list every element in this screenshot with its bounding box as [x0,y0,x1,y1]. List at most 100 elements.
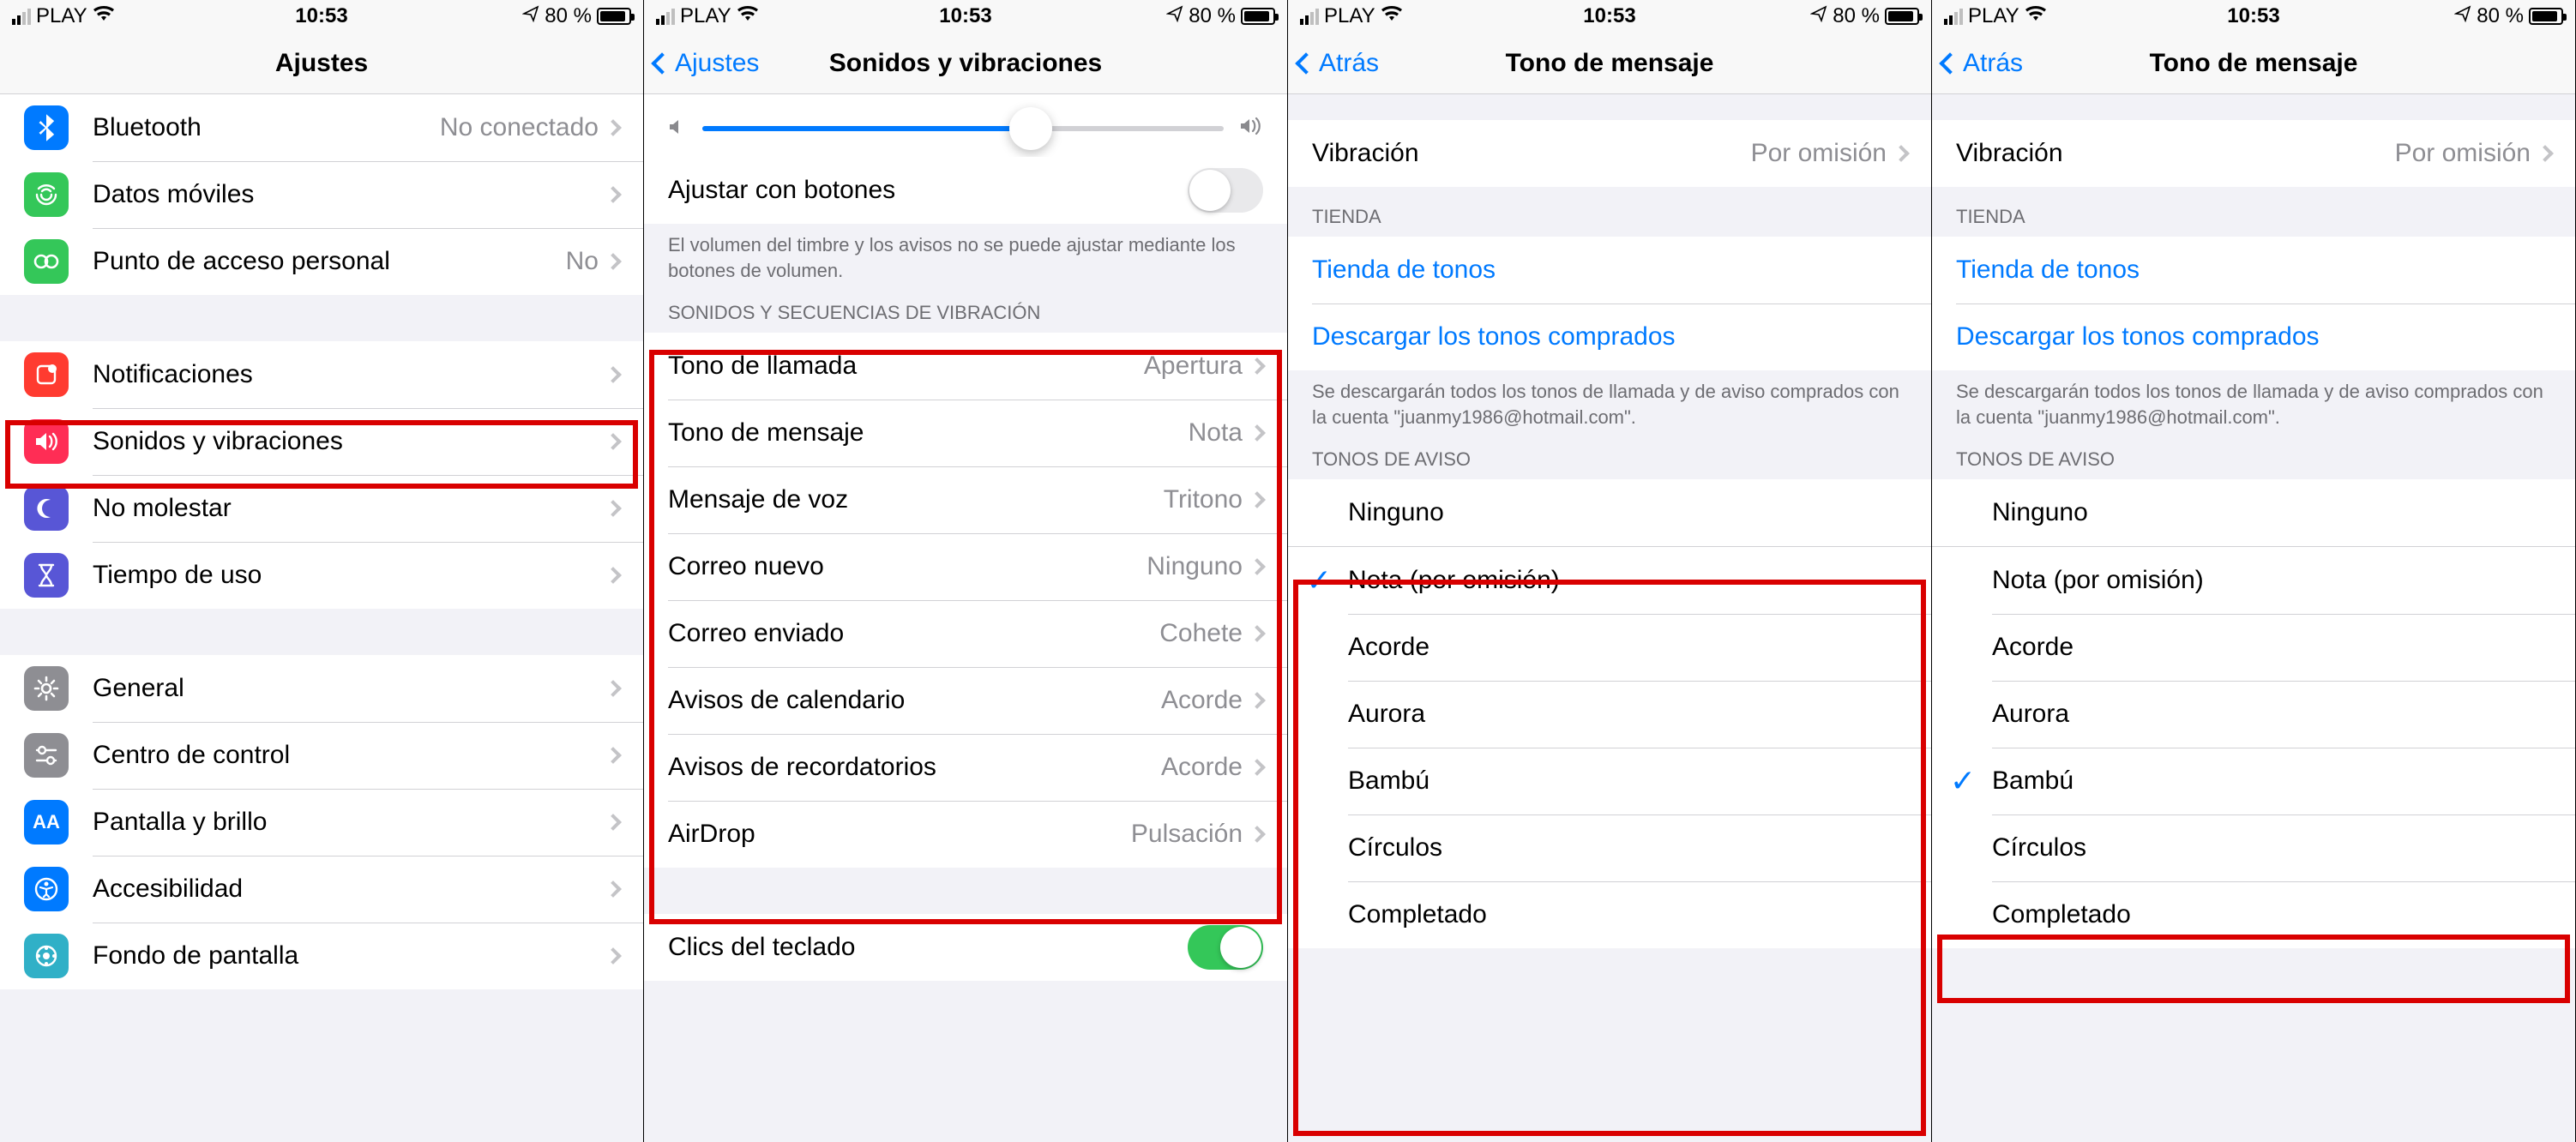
label: Bambú [1992,766,2551,796]
tone-none[interactable]: Ninguno [1932,479,2575,546]
tone-acorde[interactable]: Acorde [1932,614,2575,681]
store-header: TIENDA [1288,187,1931,237]
carrier-label: PLAY [36,4,87,28]
tone-content[interactable]: Vibración Por omisión TIENDA Tienda de t… [1932,94,2575,1142]
label: Centro de control [93,741,607,770]
label: Punto de acceso personal [93,247,566,276]
settings-list[interactable]: Bluetooth No conectado Datos móviles Pun… [0,94,643,1142]
row-wallpaper[interactable]: Fondo de pantalla [0,923,643,989]
label: Tienda de tonos [1956,255,2551,285]
row-keyboard-clicks[interactable]: Clics del teclado [644,914,1287,981]
back-button[interactable]: Ajustes [654,49,759,78]
label: No molestar [93,494,607,523]
row-vibration[interactable]: Vibración Por omisión [1932,120,2575,187]
screen-text-tone-b: PLAY 10:53 80 % Atrás Tono de mensaje Vi… [1932,0,2576,1142]
label: Completado [1992,900,2551,929]
store-header: TIENDA [1932,187,2575,237]
row-sounds[interactable]: Sonidos y vibraciones [0,408,643,475]
row-download-tones[interactable]: Descargar los tonos comprados [1288,304,1931,370]
chevron-right-icon [605,680,622,697]
row-voicemail[interactable]: Mensaje de voz Tritono [644,466,1287,533]
location-icon [2454,4,2471,28]
tone-acorde[interactable]: Acorde [1288,614,1931,681]
label: Círculos [1992,833,2551,863]
row-ringtone[interactable]: Tono de llamada Apertura [644,333,1287,400]
back-button[interactable]: Atrás [1942,49,2023,78]
tone-aurora[interactable]: Aurora [1288,681,1931,748]
volume-slider[interactable] [702,126,1224,131]
bluetooth-icon [24,105,69,150]
wifi-icon [2025,5,2047,27]
tone-none[interactable]: Ninguno [1288,479,1931,546]
row-notifications[interactable]: Notificaciones [0,341,643,408]
battery-icon [2529,8,2563,25]
tone-circulos[interactable]: Círculos [1288,814,1931,881]
label: Accesibilidad [93,875,607,904]
battery-icon [1885,8,1919,25]
back-label: Atrás [1319,49,1379,78]
row-reminders[interactable]: Avisos de recordatorios Acorde [644,734,1287,801]
chevron-right-icon [605,119,622,136]
slider-knob[interactable] [1009,107,1052,150]
tone-completado[interactable]: Completado [1932,881,2575,948]
toggle-keyboard-clicks[interactable] [1188,925,1263,970]
alert-tones-header: TONOS DE AVISO [1932,430,2575,479]
store-footer: Se descargarán todos los tonos de llamad… [1288,370,1931,430]
value: Tritono [1164,485,1243,514]
label: Bambú [1348,766,1907,796]
volume-slider-row [644,94,1287,157]
status-bar: PLAY 10:53 80 % [1288,0,1931,33]
tone-nota[interactable]: Nota (por omisión) [1932,547,2575,614]
label: Pantalla y brillo [93,808,607,837]
chevron-right-icon [605,814,622,831]
tone-nota[interactable]: ✓ Nota (por omisión) [1288,547,1931,614]
row-dnd[interactable]: No molestar [0,475,643,542]
status-bar: PLAY 10:53 80 % [1932,0,2575,33]
back-button[interactable]: Atrás [1298,49,1379,78]
row-tone-store[interactable]: Tienda de tonos [1288,237,1931,304]
row-accessibility[interactable]: Accesibilidad [0,856,643,923]
wallpaper-icon [24,934,69,978]
row-new-mail[interactable]: Correo nuevo Ninguno [644,533,1287,600]
battery-pct: 80 % [2477,4,2524,28]
sounds-content[interactable]: Ajustar con botones El volumen del timbr… [644,94,1287,1142]
row-bluetooth[interactable]: Bluetooth No conectado [0,94,643,161]
battery-pct: 80 % [1833,4,1880,28]
row-cellular[interactable]: Datos móviles [0,161,643,228]
row-calendar[interactable]: Avisos de calendario Acorde [644,667,1287,734]
row-vibration[interactable]: Vibración Por omisión [1288,120,1931,187]
row-tone-store[interactable]: Tienda de tonos [1932,237,2575,304]
row-airdrop[interactable]: AirDrop Pulsación [644,801,1287,868]
row-text-tone[interactable]: Tono de mensaje Nota [644,400,1287,466]
tone-circulos[interactable]: Círculos [1932,814,2575,881]
slider-fill [702,126,1031,131]
tone-completado[interactable]: Completado [1288,881,1931,948]
label: Notificaciones [93,360,607,389]
battery-pct: 80 % [1189,4,1236,28]
tone-bambu[interactable]: ✓ Bambú [1932,748,2575,814]
row-display[interactable]: AA Pantalla y brillo [0,789,643,856]
signal-icon [12,9,31,25]
label: Acorde [1348,633,1907,662]
row-sent-mail[interactable]: Correo enviado Cohete [644,600,1287,667]
row-screentime[interactable]: Tiempo de uso [0,542,643,609]
row-download-tones[interactable]: Descargar los tonos comprados [1932,304,2575,370]
nav-header: Ajustes Sonidos y vibraciones [644,33,1287,94]
toggle-adjust-buttons[interactable] [1188,168,1263,213]
chevron-right-icon [1249,692,1266,709]
row-adjust-buttons[interactable]: Ajustar con botones [644,157,1287,224]
chevron-right-icon [605,366,622,383]
location-icon [522,4,539,28]
tone-aurora[interactable]: Aurora [1932,681,2575,748]
row-general[interactable]: General [0,655,643,722]
value: Pulsación [1131,820,1243,849]
row-control-center[interactable]: Centro de control [0,722,643,789]
chevron-right-icon [605,947,622,965]
row-hotspot[interactable]: Punto de acceso personal No [0,228,643,295]
tone-content[interactable]: Vibración Por omisión TIENDA Tienda de t… [1288,94,1931,1142]
wifi-icon [93,5,115,27]
signal-icon [1300,9,1319,25]
battery-icon [1241,8,1275,25]
label: Ninguno [1992,498,2551,527]
tone-bambu[interactable]: Bambú [1288,748,1931,814]
